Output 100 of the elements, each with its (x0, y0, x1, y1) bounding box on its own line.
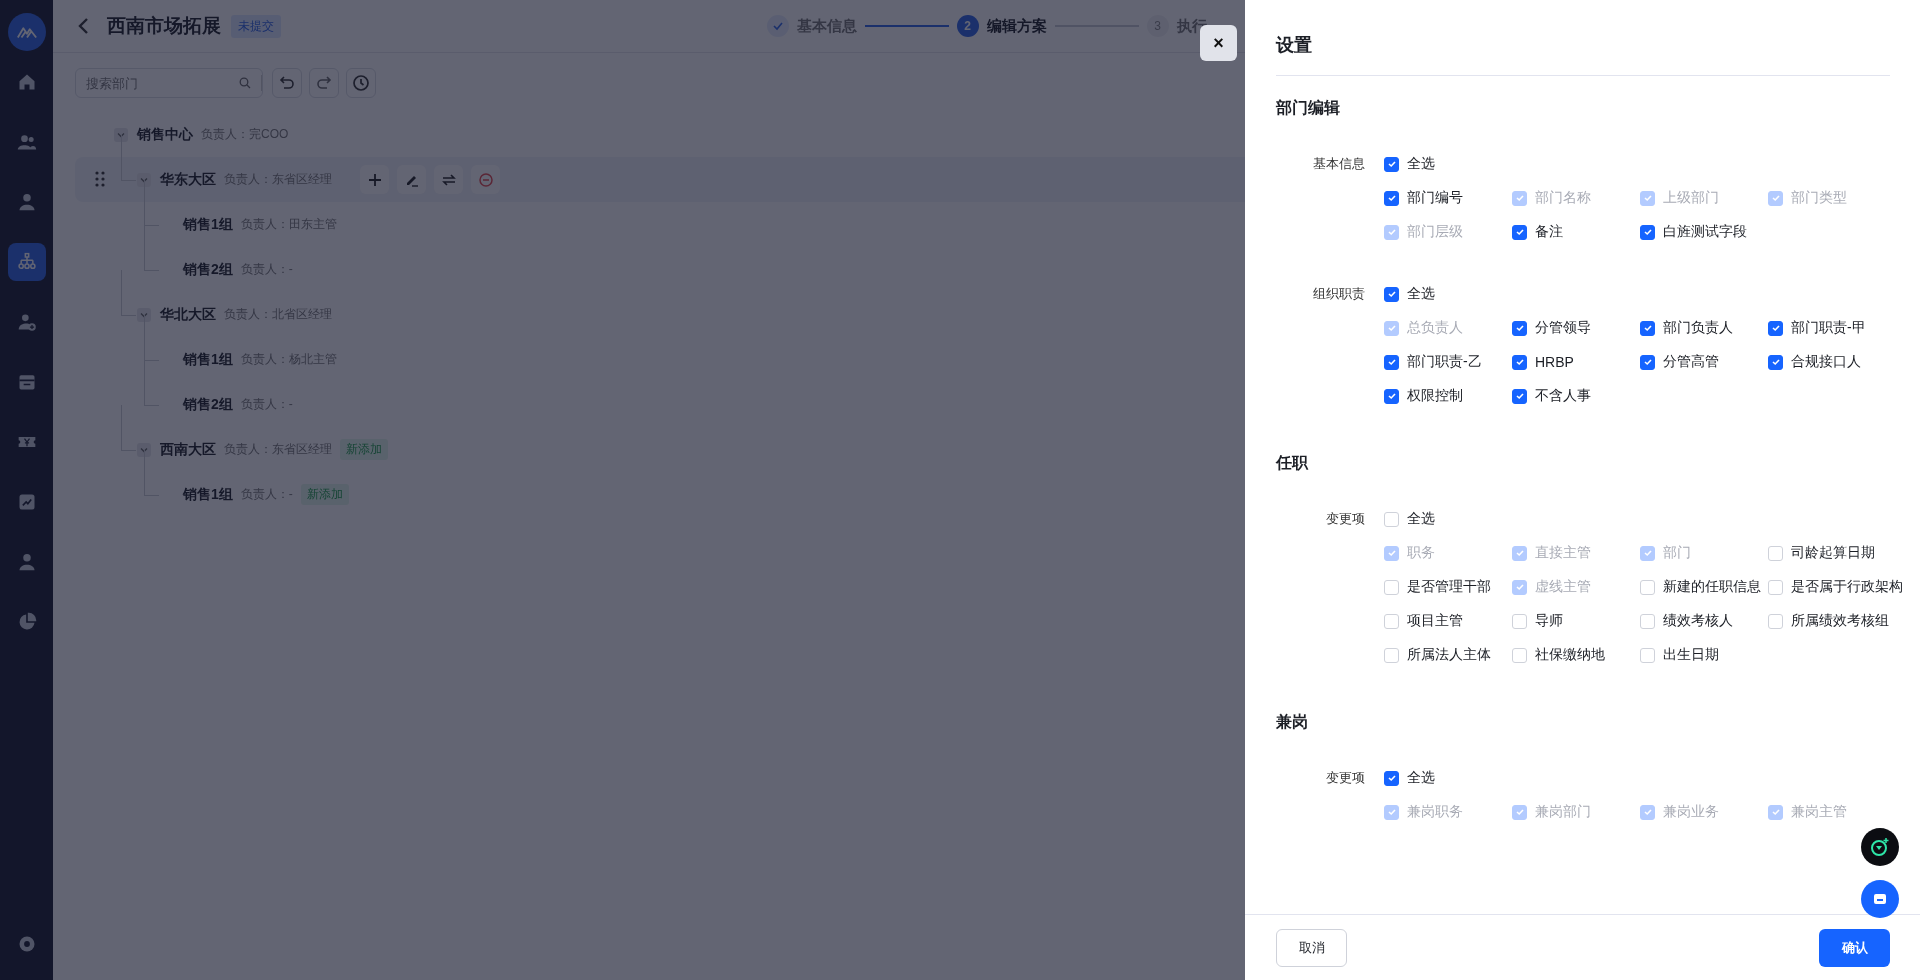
check-icon (1642, 323, 1653, 333)
check-icon (1642, 807, 1653, 817)
checkbox[interactable] (1512, 388, 1527, 404)
checkbox-label: 分管高管 (1663, 353, 1719, 371)
collapse-toggle[interactable] (114, 127, 128, 142)
check-icon (1386, 773, 1397, 783)
checkbox[interactable] (1384, 770, 1399, 786)
check-icon (1386, 193, 1397, 203)
checkbox[interactable] (1384, 190, 1399, 206)
add-button[interactable] (360, 165, 389, 194)
drag-handle-icon[interactable] (95, 171, 105, 187)
checkbox-label: 部门 (1663, 544, 1691, 562)
checkbox[interactable] (1640, 320, 1655, 336)
check-icon (1514, 193, 1525, 203)
check-icon (1386, 159, 1397, 169)
collapse-toggle[interactable] (137, 172, 151, 187)
check-icon (771, 20, 784, 32)
cancel-button[interactable]: 取消 (1276, 928, 1347, 967)
checkbox[interactable] (1512, 224, 1527, 240)
check-icon (1386, 357, 1397, 367)
check-icon (1386, 807, 1397, 817)
group-label: 变更项 (1325, 510, 1365, 528)
checkbox[interactable] (1384, 354, 1399, 370)
checkbox-label: 部门职责-甲 (1791, 319, 1866, 337)
check-icon (1514, 807, 1525, 817)
checkbox-label: 所属绩效考核组 (1791, 612, 1889, 630)
nav-item[interactable] (7, 243, 46, 281)
check-icon (1770, 807, 1781, 817)
swap-button[interactable] (434, 165, 463, 194)
back-icon[interactable] (77, 17, 91, 35)
checkbox[interactable] (1768, 354, 1783, 370)
checkbox[interactable] (1640, 354, 1655, 370)
check-icon (1386, 391, 1397, 401)
checkbox-label: 部门编号 (1407, 189, 1463, 207)
department-name: 销售中心 (137, 125, 193, 144)
checkbox[interactable] (1384, 156, 1399, 172)
assistant-icon[interactable] (1861, 828, 1899, 866)
checkbox-label: 部门负责人 (1663, 319, 1733, 337)
checkbox-label: 部门类型 (1791, 189, 1847, 207)
edit-button[interactable] (397, 165, 426, 194)
section-heading: 任职 (1276, 453, 1309, 473)
collapse-toggle[interactable] (137, 442, 151, 457)
checkbox-label: 项目主管 (1407, 612, 1463, 630)
checkbox-label: 全选 (1407, 285, 1435, 303)
new-badge: 新添加 (300, 484, 349, 505)
remove-button[interactable] (471, 165, 500, 194)
checkbox-label: HRBP (1535, 354, 1574, 370)
check-icon (1642, 193, 1653, 203)
check-icon (1642, 548, 1653, 558)
history-button[interactable] (346, 68, 376, 98)
checkbox[interactable] (1384, 286, 1399, 302)
department-name: 华北大区 (160, 305, 216, 324)
section-heading: 部门编辑 (1276, 98, 1341, 118)
checkbox-label: 权限控制 (1407, 387, 1463, 405)
swap-arrows-icon (440, 171, 457, 188)
checkbox-label: 部门层级 (1407, 223, 1463, 241)
department-name: 销售1组 (183, 215, 233, 234)
department-name: 销售1组 (183, 485, 233, 504)
check-icon (1514, 391, 1525, 401)
checkbox-label: 所属法人主体 (1407, 646, 1491, 664)
status-tag: 未提交 (231, 14, 281, 38)
checkbox-label: 兼岗部门 (1535, 803, 1591, 821)
checkbox-label: 出生日期 (1663, 646, 1719, 664)
redo-button[interactable] (309, 68, 339, 98)
checkbox[interactable] (1512, 320, 1527, 336)
section-heading: 兼岗 (1276, 712, 1309, 732)
plus-icon (366, 171, 383, 188)
checkbox-label: 兼岗职务 (1407, 803, 1463, 821)
clock-icon (352, 74, 370, 92)
user-add-icon (16, 312, 37, 332)
check-icon (1770, 357, 1781, 367)
department-name: 西南大区 (160, 440, 216, 459)
check-icon (1514, 548, 1525, 558)
department-name: 销售2组 (183, 395, 233, 414)
undo-icon (279, 75, 295, 91)
department-name: 华东大区 (160, 170, 216, 189)
confirm-button[interactable]: 确认 (1819, 928, 1890, 967)
checkbox-label: 备注 (1535, 223, 1563, 241)
minus-circle-icon (477, 171, 494, 188)
group-label: 变更项 (1325, 769, 1365, 787)
checkbox[interactable] (1512, 354, 1527, 370)
collapse-toggle[interactable] (137, 307, 151, 322)
checkbox-label: 合规接口人 (1791, 353, 1861, 371)
checkbox-label: 是否属于行政架构 (1791, 578, 1903, 596)
department-name: 销售2组 (183, 260, 233, 279)
check-icon (1514, 227, 1525, 237)
undo-button[interactable] (272, 68, 302, 98)
checkbox[interactable] (1640, 224, 1655, 240)
department-name: 销售1组 (183, 350, 233, 369)
checkbox[interactable] (1384, 388, 1399, 404)
search-icon (239, 77, 251, 89)
page-title: 西南市场拓展 (107, 14, 221, 38)
close-button[interactable]: × (1200, 25, 1237, 61)
checkbox-label: 直接主管 (1535, 544, 1591, 562)
checkbox-label: 总负责人 (1407, 319, 1463, 337)
step-label: 编辑方案 (986, 16, 1047, 36)
group-label: 组织职责 (1312, 285, 1365, 303)
check-icon (1386, 227, 1397, 237)
chat-icon[interactable] (1861, 880, 1899, 918)
checkbox[interactable] (1768, 320, 1783, 336)
